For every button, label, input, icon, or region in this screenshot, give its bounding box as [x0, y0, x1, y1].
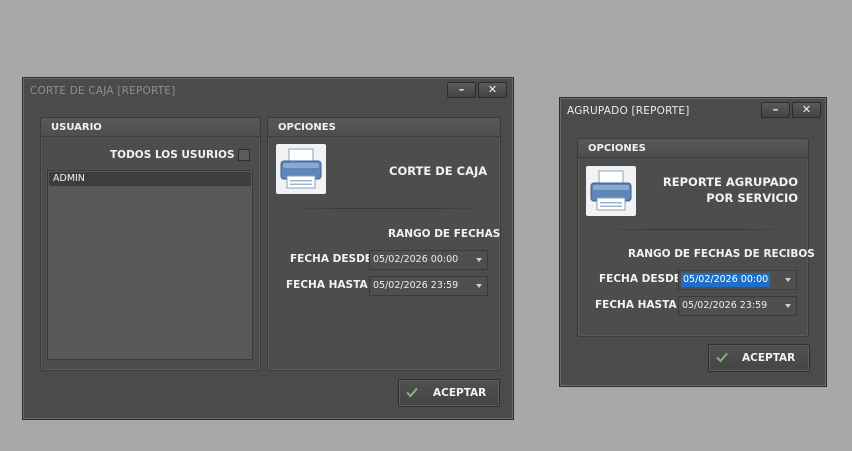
opciones-group: OPCIONES CORTE DE CAJA RANGO DE FECHAS F… [267, 117, 501, 371]
dropdown-arrow-icon[interactable] [476, 284, 482, 288]
corte-de-caja-window: CORTE DE CAJA [REPORTE] – ✕ USUARIO TODO… [22, 77, 514, 420]
title-bar[interactable]: CORTE DE CAJA [REPORTE] – ✕ [23, 78, 513, 104]
dropdown-arrow-icon[interactable] [785, 304, 791, 308]
opciones-group: OPCIONES REPORTE AGRUPADO POR SERVICIO R… [577, 138, 815, 337]
list-item-label: ADMIN [53, 173, 85, 184]
minimize-icon: – [772, 103, 779, 116]
printer-icon [276, 144, 326, 194]
close-button[interactable]: ✕ [792, 102, 821, 118]
accept-button[interactable]: ACEPTAR [708, 344, 810, 372]
report-title-line2: POR SERVICIO [706, 191, 798, 205]
group-header: USUARIO [41, 118, 260, 137]
window-title: CORTE DE CAJA [REPORTE] [30, 85, 176, 97]
fecha-hasta-value: 05/02/2026 23:59 [373, 280, 459, 291]
group-title: USUARIO [51, 122, 102, 133]
fecha-desde-picker[interactable]: 05/02/2026 00:00 [678, 270, 797, 290]
accept-button[interactable]: ACEPTAR [398, 379, 500, 407]
fecha-hasta-value: 05/02/2026 23:59 [682, 300, 768, 311]
dropdown-arrow-icon[interactable] [785, 278, 791, 282]
all-users-checkbox[interactable] [238, 149, 250, 161]
fecha-hasta-picker[interactable]: 05/02/2026 23:59 [678, 296, 797, 316]
fecha-desde-picker[interactable]: 05/02/2026 00:00 [369, 250, 488, 270]
report-title-line1: REPORTE AGRUPADO [662, 175, 798, 189]
agrupado-window: AGRUPADO [REPORTE] – ✕ OPCIONES REPORTE … [559, 97, 827, 387]
fecha-desde-value: 05/02/2026 00:00 [373, 254, 459, 265]
all-users-label: TODOS LOS USURIOS [110, 149, 235, 161]
fecha-desde-label: FECHA DESDE [599, 273, 681, 285]
accept-label: ACEPTAR [742, 352, 796, 364]
date-range-label: RANGO DE FECHAS [388, 228, 501, 240]
close-icon: ✕ [487, 83, 498, 96]
fecha-desde-label: FECHA DESDE [290, 253, 372, 265]
printer-icon [586, 166, 636, 216]
fecha-desde-value[interactable]: 05/02/2026 00:00 [681, 273, 771, 287]
report-title: CORTE DE CAJA [389, 164, 488, 178]
minimize-button[interactable]: – [447, 82, 476, 98]
window-title: AGRUPADO [REPORTE] [567, 105, 690, 117]
group-header: OPCIONES [268, 118, 500, 137]
fecha-hasta-label: FECHA HASTA [286, 279, 368, 291]
group-header: OPCIONES [578, 139, 808, 158]
title-bar[interactable]: AGRUPADO [REPORTE] – ✕ [560, 98, 826, 124]
report-title: REPORTE AGRUPADO POR SERVICIO [663, 174, 798, 206]
check-icon [716, 352, 728, 363]
users-list[interactable]: ADMIN [47, 170, 253, 360]
check-icon [406, 387, 418, 398]
close-button[interactable]: ✕ [478, 82, 507, 98]
close-icon: ✕ [801, 103, 812, 116]
group-title: OPCIONES [588, 143, 646, 154]
divider [598, 229, 788, 230]
dropdown-arrow-icon[interactable] [476, 258, 482, 262]
list-item[interactable]: ADMIN [49, 172, 251, 186]
minimize-icon: – [458, 83, 465, 96]
date-range-label: RANGO DE FECHAS DE RECIBOS [628, 248, 815, 260]
minimize-button[interactable]: – [761, 102, 790, 118]
accept-label: ACEPTAR [433, 387, 487, 399]
group-title: OPCIONES [278, 122, 336, 133]
divider [288, 208, 488, 209]
fecha-hasta-picker[interactable]: 05/02/2026 23:59 [369, 276, 488, 296]
fecha-hasta-label: FECHA HASTA [595, 299, 677, 311]
usuario-group: USUARIO TODOS LOS USURIOS ADMIN [40, 117, 261, 371]
